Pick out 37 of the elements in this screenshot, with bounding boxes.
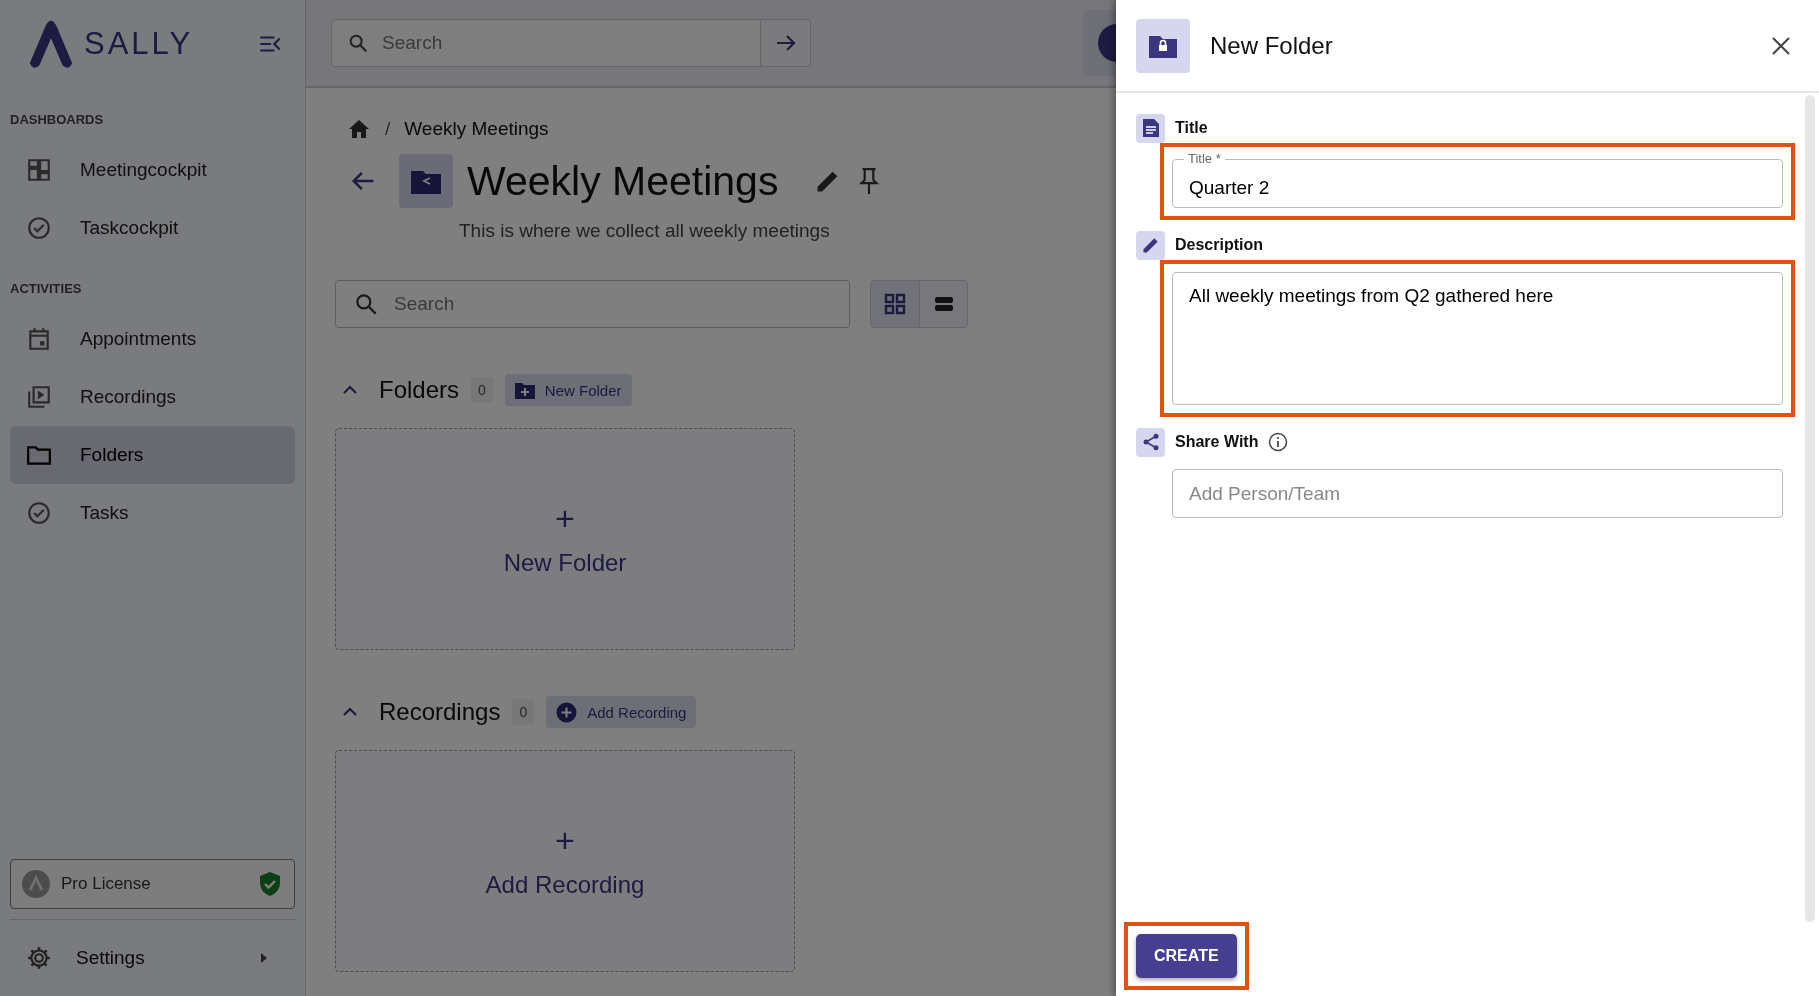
drawer-title: New Folder — [1210, 31, 1333, 60]
field-heading: Share With — [1175, 433, 1259, 451]
section-heading: ACTIVITIES — [10, 281, 83, 296]
section-title: Recordings — [379, 698, 501, 726]
section-title: Folders — [379, 376, 460, 404]
description-field[interactable]: All weekly meetings from Q2 gathered here — [1172, 272, 1783, 405]
folder-description: This is where we collect all weekly meetings — [459, 220, 831, 242]
plus-sign: + — [555, 501, 575, 535]
add-button[interactable]: Add Recording — [546, 696, 697, 728]
sidebar-item[interactable]: Meetingcockpit — [10, 141, 295, 199]
plus-sign: + — [555, 823, 575, 857]
count-badge: 0 — [512, 699, 535, 725]
sidebar-item[interactable]: Taskcockpit — [10, 199, 295, 257]
sidebar-item[interactable]: Folders — [10, 426, 295, 484]
folder-title: Weekly Meetings — [467, 157, 779, 205]
card-label: Add Recording — [485, 871, 645, 899]
person-field[interactable]: Add Person/Team — [1172, 469, 1783, 518]
empty-card[interactable]: + New Folder — [335, 428, 795, 650]
field-heading: Title — [1175, 119, 1208, 137]
empty-card[interactable]: + Add Recording — [335, 750, 795, 972]
breadcrumb-separator: / — [385, 118, 391, 140]
breadcrumb-link[interactable]: Weekly Meetings — [404, 118, 549, 140]
license-label: Pro License — [61, 874, 152, 894]
card-label: New Folder — [503, 549, 627, 577]
count-badge: 0 — [471, 377, 493, 403]
sidebar-item[interactable]: Tasks — [10, 484, 295, 542]
sidebar-item[interactable]: Appointments — [10, 310, 295, 368]
sidebar-item[interactable]: Recordings — [10, 368, 295, 426]
search-field[interactable]: Search — [331, 19, 761, 67]
add-button[interactable]: New Folder — [504, 374, 632, 406]
search-field[interactable]: Search — [335, 280, 850, 328]
settings-item[interactable]: Settings — [10, 919, 295, 996]
create-button[interactable]: CREATE — [1136, 934, 1237, 978]
section-heading: DASHBOARDS — [10, 112, 105, 127]
brand-name: SALLY — [84, 26, 194, 62]
license-card[interactable]: Pro License — [10, 859, 295, 909]
field-heading: Description — [1175, 236, 1263, 254]
